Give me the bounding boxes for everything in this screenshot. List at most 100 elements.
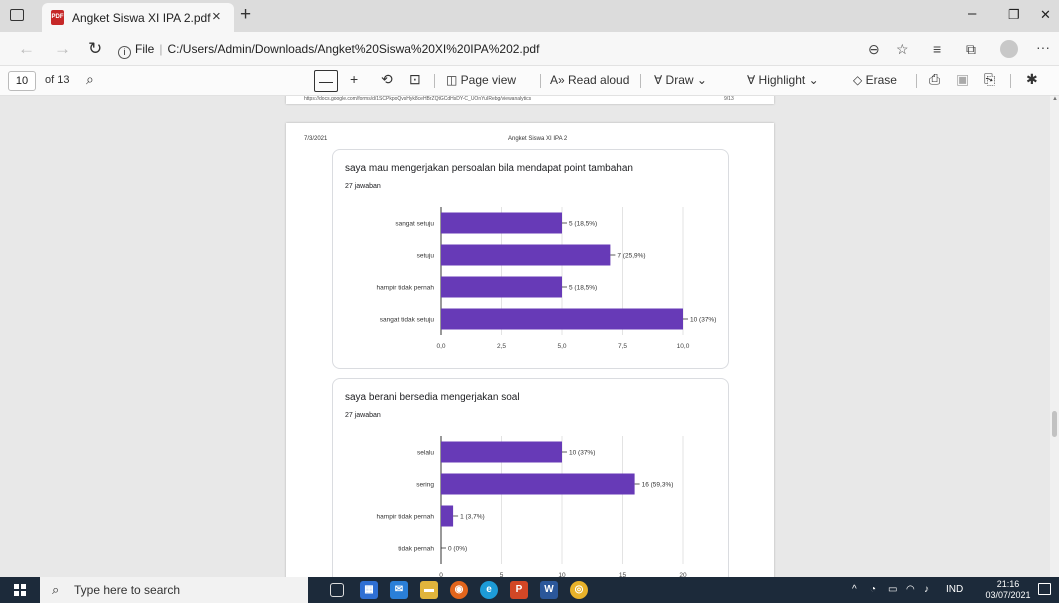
fit-page-icon[interactable]: ⊡ <box>409 71 421 88</box>
data-label: 5 (18,5%) <box>569 221 597 228</box>
data-label: 7 (25,9%) <box>617 253 645 260</box>
page-view-label: Page view <box>460 73 517 87</box>
bar-chart: 0 5 10 15 20selalu 10 (37%)sering 16 (59,3%)ha… <box>377 436 687 577</box>
bar <box>441 505 454 527</box>
category-label: sering <box>416 482 434 489</box>
clock-date: 03/07/2021 <box>985 590 1031 600</box>
category-label: hampir tidak pernah <box>377 514 435 521</box>
highlight-label: Highlight <box>758 73 806 87</box>
page-footer-number: 9/13 <box>724 96 734 102</box>
read-aloud-label: Read aloud <box>568 73 630 87</box>
powerpoint-icon[interactable]: P <box>510 581 528 599</box>
scroll-up-icon[interactable]: ▲ <box>1052 96 1058 102</box>
draw-button[interactable]: ∀ Draw ⌄ <box>654 73 707 87</box>
more-icon[interactable]: ··· <box>1036 39 1050 55</box>
zoom-icon[interactable]: ⊖ <box>868 41 880 58</box>
new-tab-button[interactable]: + <box>240 4 251 26</box>
category-label: hampir tidak pernah <box>377 285 435 292</box>
bar-chart: 0,0 2,5 5,0 7,5 10,0 sangat setuju 5 (18,5%) se… <box>377 207 716 350</box>
read-aloud-icon: A» <box>550 73 569 87</box>
taskbar-search-box[interactable]: ⌕ Type here to search <box>40 577 308 603</box>
chevron-down-icon: ⌄ <box>805 73 819 87</box>
volume-icon[interactable]: ♪ <box>924 584 929 595</box>
pin-toolbar-icon[interactable]: ✱ <box>1026 71 1038 88</box>
info-icon[interactable]: i <box>118 46 131 59</box>
address-bar: ← → ↻ i File | C:/Users/Admin/Downloads/Ang… <box>0 32 1059 66</box>
draw-icon: ∀ <box>654 73 666 87</box>
draw-label: Draw <box>665 73 694 87</box>
tray-overflow-icon[interactable]: ^ <box>852 584 857 595</box>
data-label: 0 (0%) <box>448 546 467 553</box>
category-label: tidak pernah <box>398 546 434 553</box>
network-icon[interactable]: ◠ <box>906 584 915 595</box>
forward-icon[interactable]: → <box>54 39 71 59</box>
clock-time: 21:16 <box>996 579 1020 589</box>
category-label: setuju <box>417 253 435 260</box>
page-view-button[interactable]: ◫ Page view <box>446 73 516 87</box>
zoom-out-button[interactable]: — <box>314 70 338 92</box>
current-page: 7/3/2021 Angket Siswa XI IPA 2 saya mau … <box>286 123 774 577</box>
scrollbar-thumb[interactable] <box>1052 411 1057 437</box>
favorites-list-icon[interactable]: ≡ <box>933 41 941 57</box>
page-header-title: Angket Siswa XI IPA 2 <box>508 136 568 142</box>
category-label: sangat tidak setuju <box>380 317 435 324</box>
x-tick-label: 5,0 <box>557 343 566 350</box>
chrome-icon[interactable]: ◎ <box>570 581 588 599</box>
edge-icon[interactable]: e <box>480 581 498 599</box>
x-tick-label: 10,0 <box>677 343 690 350</box>
meet-now-icon[interactable]: ◔ <box>870 584 876 595</box>
minimize-button[interactable]: – <box>968 5 976 22</box>
taskbar-clock[interactable]: 21:16 03/07/2021 <box>984 579 1032 601</box>
category-label: sangat setuju <box>395 221 434 228</box>
save-icon[interactable]: ▣ <box>956 71 969 88</box>
bar <box>441 276 562 298</box>
bar <box>441 308 683 330</box>
read-aloud-button[interactable]: A» Read aloud <box>550 73 629 87</box>
profile-icon[interactable] <box>1000 40 1018 58</box>
browser-tab[interactable]: PDF Angket Siswa XI IPA 2.pdf × <box>42 3 234 32</box>
tab-title: Angket Siswa XI IPA 2.pdf <box>72 11 211 25</box>
site-info-label: File <box>135 42 155 56</box>
question-card: saya berani bersedia mengerjakan soal 27… <box>332 378 729 577</box>
page-header-date: 7/3/2021 <box>304 136 328 142</box>
favorite-icon[interactable]: ☆ <box>896 41 909 58</box>
data-label: 10 (37%) <box>569 450 595 457</box>
bar <box>441 212 562 234</box>
bar <box>441 441 562 463</box>
save-as-icon[interactable]: ⎘ <box>984 71 995 88</box>
store-icon[interactable]: ▦ <box>360 581 378 599</box>
mail-icon[interactable]: ✉ <box>390 581 408 599</box>
rotate-icon[interactable]: ⟲ <box>381 71 393 88</box>
back-icon[interactable]: ← <box>18 39 35 59</box>
erase-button[interactable]: ◇ Erase <box>853 73 897 87</box>
close-window-button[interactable]: ✕ <box>1040 7 1051 23</box>
tab-actions-icon[interactable] <box>10 9 24 21</box>
windows-start-icon[interactable] <box>14 584 26 596</box>
print-icon[interactable]: ⎙ <box>929 71 940 88</box>
app-window: PDF Angket Siswa XI IPA 2.pdf × + – ❐ ✕ … <box>0 0 1059 603</box>
collections-icon[interactable]: ⧉ <box>966 41 976 58</box>
battery-icon[interactable]: ▭ <box>888 584 897 595</box>
taskbar: ⌕ Type here to search ▦ ✉ ▬ ◉ e P W ◎ ^ … <box>0 577 1059 603</box>
maximize-button[interactable]: ❐ <box>1008 7 1020 23</box>
firefox-icon[interactable]: ◉ <box>450 581 468 599</box>
bar <box>441 244 611 266</box>
url-field[interactable]: i File | C:/Users/Admin/Downloads/Angket%20… <box>118 42 539 59</box>
pdf-file-icon: PDF <box>51 10 64 25</box>
reload-icon[interactable]: ↻ <box>88 39 102 59</box>
pdf-toolbar: 10 of 13 ⌕ — + ⟲ ⊡ ◫ Page view A» Read a… <box>0 66 1059 96</box>
notification-icon[interactable] <box>1038 583 1051 595</box>
zoom-in-button[interactable]: + <box>350 71 358 87</box>
highlight-button[interactable]: ∀ Highlight ⌄ <box>747 73 819 87</box>
tab-close-button[interactable]: × <box>212 8 221 25</box>
page-number-input[interactable]: 10 <box>8 71 36 91</box>
eraser-icon: ◇ <box>853 73 866 87</box>
word-icon[interactable]: W <box>540 581 558 599</box>
task-view-icon[interactable] <box>330 583 344 597</box>
find-icon[interactable]: ⌕ <box>86 71 94 88</box>
file-explorer-icon[interactable]: ▬ <box>420 581 438 599</box>
vertical-scrollbar[interactable]: ▲ <box>1050 96 1059 577</box>
document-viewer[interactable]: https://docs.google.com/forms/d/1SCPkpoQ… <box>0 96 1059 577</box>
language-indicator[interactable]: IND <box>946 584 963 595</box>
question-card: saya mau mengerjakan persoalan bila mend… <box>332 149 729 369</box>
